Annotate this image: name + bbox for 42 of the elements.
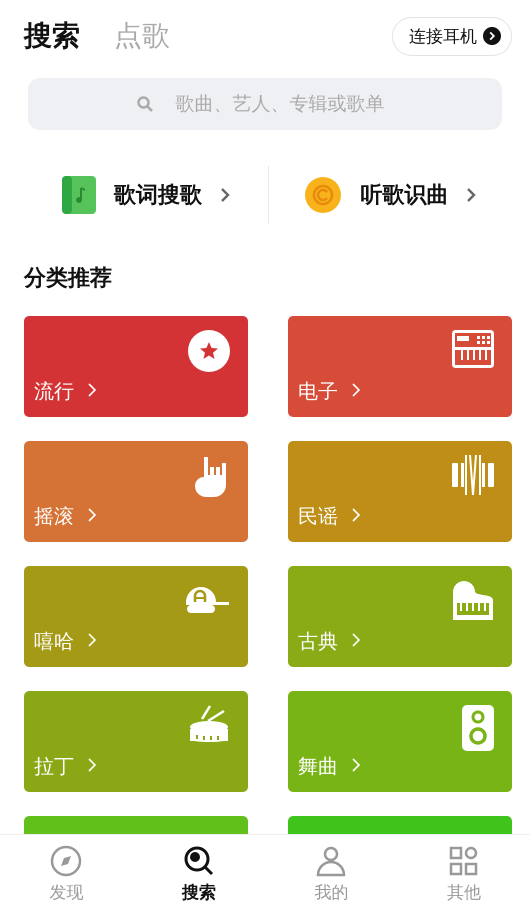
star-badge-icon: [188, 330, 230, 372]
chevron-icon: [352, 758, 360, 772]
search-icon: [136, 95, 154, 113]
grid-icon: [448, 845, 480, 878]
chevron-icon: [88, 633, 96, 647]
tab-bar-item[interactable]: 发现: [0, 835, 132, 910]
compass-icon: [50, 845, 82, 878]
chevron-icon: [352, 633, 360, 647]
synthesizer-icon: [452, 330, 494, 368]
chevron-icon: [466, 187, 476, 203]
piano-icon: [452, 580, 494, 622]
category-card[interactable]: 流行: [24, 316, 248, 417]
header-tab[interactable]: 搜索: [24, 17, 80, 55]
music-book-icon: [62, 176, 96, 214]
connect-headphones-button[interactable]: 连接耳机: [392, 16, 512, 56]
chevron-icon: [352, 508, 360, 522]
chevron-icon: [88, 758, 96, 772]
coin-icon: [304, 176, 342, 214]
tab-bar-item[interactable]: 其他: [398, 835, 530, 910]
header-tab[interactable]: 点歌: [114, 17, 170, 55]
category-card[interactable]: 拉丁: [24, 691, 248, 792]
tab-bar-item[interactable]: 搜索: [132, 835, 265, 910]
tab-bar-item[interactable]: 我的: [265, 835, 398, 910]
chevron-icon: [483, 27, 501, 45]
search-icon: [182, 845, 215, 878]
shortcut-button[interactable]: 听歌识曲: [268, 176, 512, 214]
section-title: 分类推荐: [24, 265, 113, 293]
speaker-icon: [462, 705, 494, 751]
category-card[interactable]: 古典: [288, 566, 512, 667]
category-card[interactable]: 摇滚: [24, 441, 248, 542]
chevron-icon: [220, 187, 230, 203]
shortcut-button[interactable]: 歌词搜歌: [24, 176, 268, 214]
category-card[interactable]: 舞曲: [288, 691, 512, 792]
accordion-icon: [452, 455, 494, 495]
search-field[interactable]: 歌曲、艺人、专辑或歌单: [28, 78, 502, 130]
chevron-icon: [352, 383, 360, 397]
person-icon: [315, 845, 348, 878]
chevron-icon: [88, 508, 96, 522]
category-card[interactable]: 电子: [288, 316, 512, 417]
category-card[interactable]: 民谣: [288, 441, 512, 542]
chevron-icon: [88, 383, 96, 397]
category-card[interactable]: 嘻哈: [24, 566, 248, 667]
